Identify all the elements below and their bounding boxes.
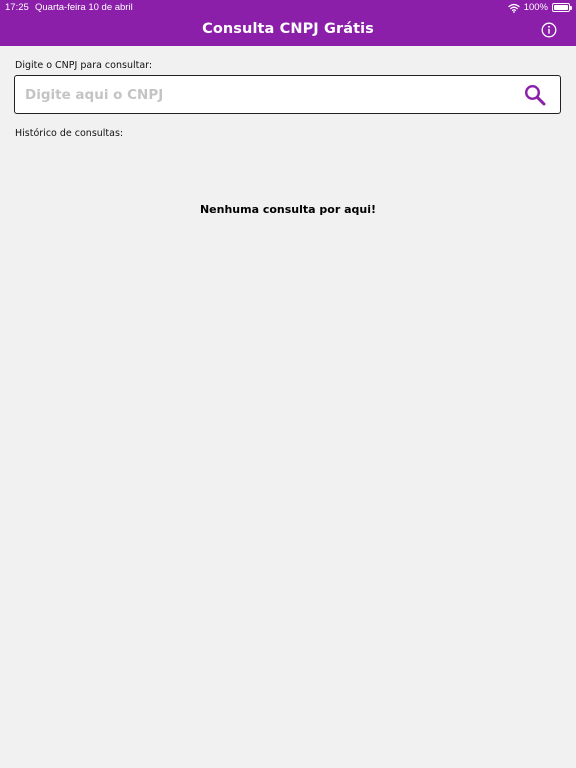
battery-fill (554, 5, 568, 10)
cnpj-input[interactable] (25, 76, 515, 113)
page-title: Consulta CNPJ Grátis (202, 21, 374, 37)
status-date: Quarta-feira 10 de abril (35, 2, 133, 13)
app-screen: 17:25 Quarta-feira 10 de abril 100% Cons… (0, 0, 576, 768)
status-time: 17:25 (5, 2, 29, 13)
cnpj-field-label: Digite o CNPJ para consultar: (15, 60, 153, 71)
battery-percent: 100% (523, 2, 548, 13)
nav-bar: Consulta CNPJ Grátis (0, 15, 576, 46)
history-label: Histórico de consultas: (15, 128, 124, 139)
search-icon[interactable] (524, 84, 546, 106)
status-bar: 17:25 Quarta-feira 10 de abril 100% (0, 0, 576, 15)
cnpj-search-box (14, 75, 561, 114)
history-empty-message: Nenhuma consulta por aqui! (199, 203, 377, 216)
battery-icon (552, 3, 572, 12)
status-right-group: 100% (508, 2, 572, 13)
wifi-icon (508, 3, 520, 13)
info-icon[interactable] (541, 22, 557, 38)
